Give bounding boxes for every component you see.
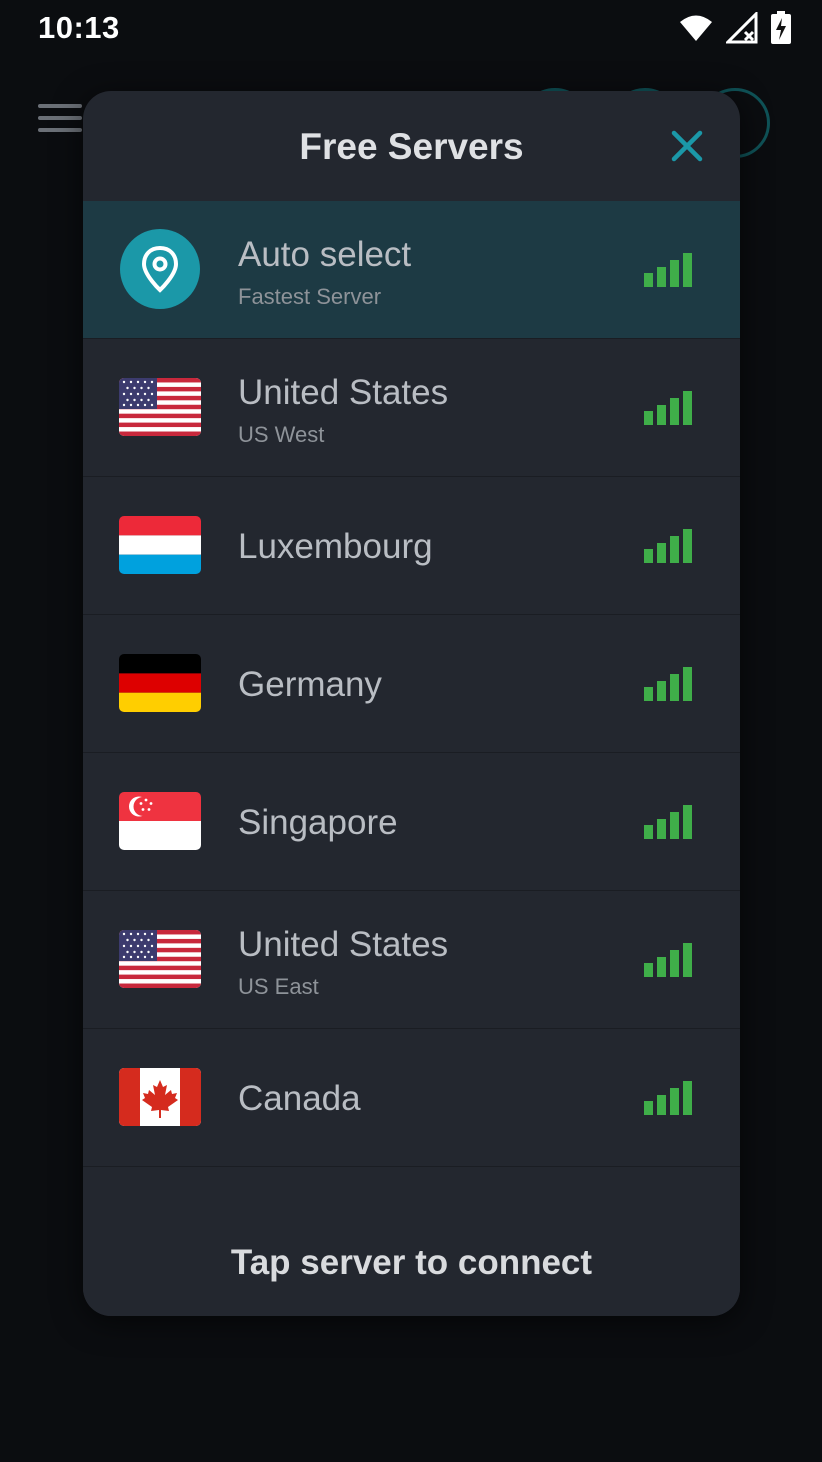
signal-strength-icon xyxy=(644,391,692,425)
server-name: Auto select xyxy=(238,235,412,274)
server-name: Germany xyxy=(238,665,382,704)
server-row-canada[interactable]: Canada xyxy=(83,1029,740,1167)
free-servers-dialog: Free Servers Auto select Fastest Server xyxy=(83,91,740,1316)
signal-strength-icon xyxy=(644,805,692,839)
dialog-title: Free Servers xyxy=(299,126,524,167)
server-list: Auto select Fastest Server United States… xyxy=(83,201,740,1205)
wifi-icon xyxy=(680,15,712,41)
server-row-germany[interactable]: Germany xyxy=(83,615,740,753)
server-name: Luxembourg xyxy=(238,527,433,566)
server-name: United States xyxy=(238,925,449,964)
signal-strength-icon xyxy=(644,529,692,563)
server-row-partial[interactable] xyxy=(83,1167,740,1205)
server-name: Singapore xyxy=(238,803,398,842)
server-row-singapore[interactable]: Singapore xyxy=(83,753,740,891)
signal-off-icon xyxy=(726,12,758,44)
menu-icon[interactable] xyxy=(38,104,82,134)
server-row-auto-select[interactable]: Auto select Fastest Server xyxy=(83,201,740,339)
server-name: United States xyxy=(238,373,449,412)
server-subtitle: US West xyxy=(238,422,325,447)
server-name: Canada xyxy=(238,1079,361,1118)
server-subtitle: Fastest Server xyxy=(238,284,382,309)
us-flag-icon xyxy=(119,378,201,436)
server-row-united-states-east[interactable]: United States US East xyxy=(83,891,740,1029)
status-time: 10:13 xyxy=(38,10,120,45)
canada-flag-icon xyxy=(119,1068,201,1126)
dialog-footer: Tap server to connect xyxy=(83,1206,740,1316)
status-bar: 10:13 xyxy=(0,0,822,56)
status-icons xyxy=(678,10,792,46)
server-row-luxembourg[interactable]: Luxembourg xyxy=(83,477,740,615)
signal-strength-icon xyxy=(644,667,692,701)
singapore-flag-icon xyxy=(119,792,201,850)
dialog-header: Free Servers xyxy=(83,91,740,201)
close-icon[interactable] xyxy=(670,129,704,163)
server-subtitle: US East xyxy=(238,974,319,999)
germany-flag-icon xyxy=(119,654,201,712)
signal-strength-icon xyxy=(644,253,692,287)
luxembourg-flag-icon xyxy=(119,516,201,574)
signal-strength-icon xyxy=(644,943,692,977)
footer-hint: Tap server to connect xyxy=(230,1243,593,1282)
us-flag-icon xyxy=(119,930,201,988)
server-row-united-states-west[interactable]: United States US West xyxy=(83,339,740,477)
battery-charging-icon xyxy=(771,11,791,44)
signal-strength-icon xyxy=(644,1081,692,1115)
location-pin-icon xyxy=(120,229,200,309)
